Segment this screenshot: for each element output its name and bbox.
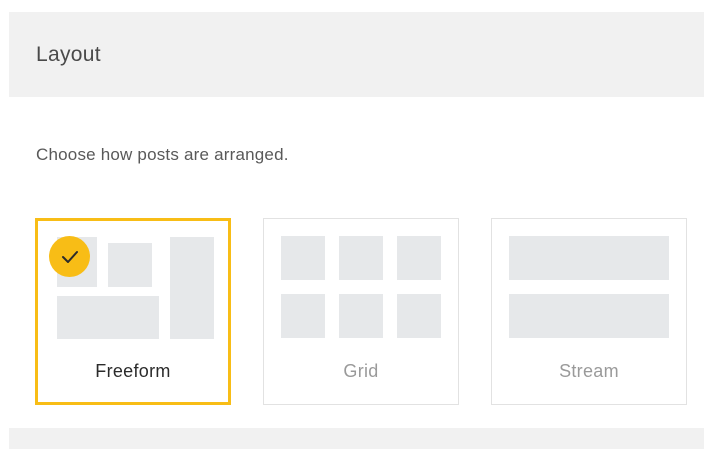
layout-option-label: Stream [559, 361, 619, 381]
grid-preview-block [397, 236, 441, 280]
layout-settings-panel: Layout Choose how posts are arranged. Fr… [0, 0, 704, 449]
grid-preview-block [339, 236, 383, 280]
freeform-preview-block-wide [57, 296, 159, 339]
grid-preview-block [281, 236, 325, 280]
layout-option-stream[interactable]: Stream [491, 218, 687, 405]
checkmark-icon [49, 236, 90, 277]
next-section-header [9, 428, 704, 449]
layout-option-label: Grid [343, 361, 379, 381]
section-title: Layout [36, 42, 101, 66]
stream-preview-block [509, 294, 669, 338]
grid-preview-block [397, 294, 441, 338]
freeform-preview-block-small [108, 243, 152, 287]
grid-preview-block [281, 294, 325, 338]
grid-preview-block [339, 294, 383, 338]
layout-option-freeform[interactable]: Freeform [35, 218, 231, 405]
section-description: Choose how posts are arranged. [36, 145, 289, 164]
section-header: Layout [9, 12, 704, 97]
stream-preview-block [509, 236, 669, 280]
freeform-preview-block-tall [170, 237, 214, 339]
layout-option-grid[interactable]: Grid [263, 218, 459, 405]
layout-option-label: Freeform [95, 361, 171, 381]
